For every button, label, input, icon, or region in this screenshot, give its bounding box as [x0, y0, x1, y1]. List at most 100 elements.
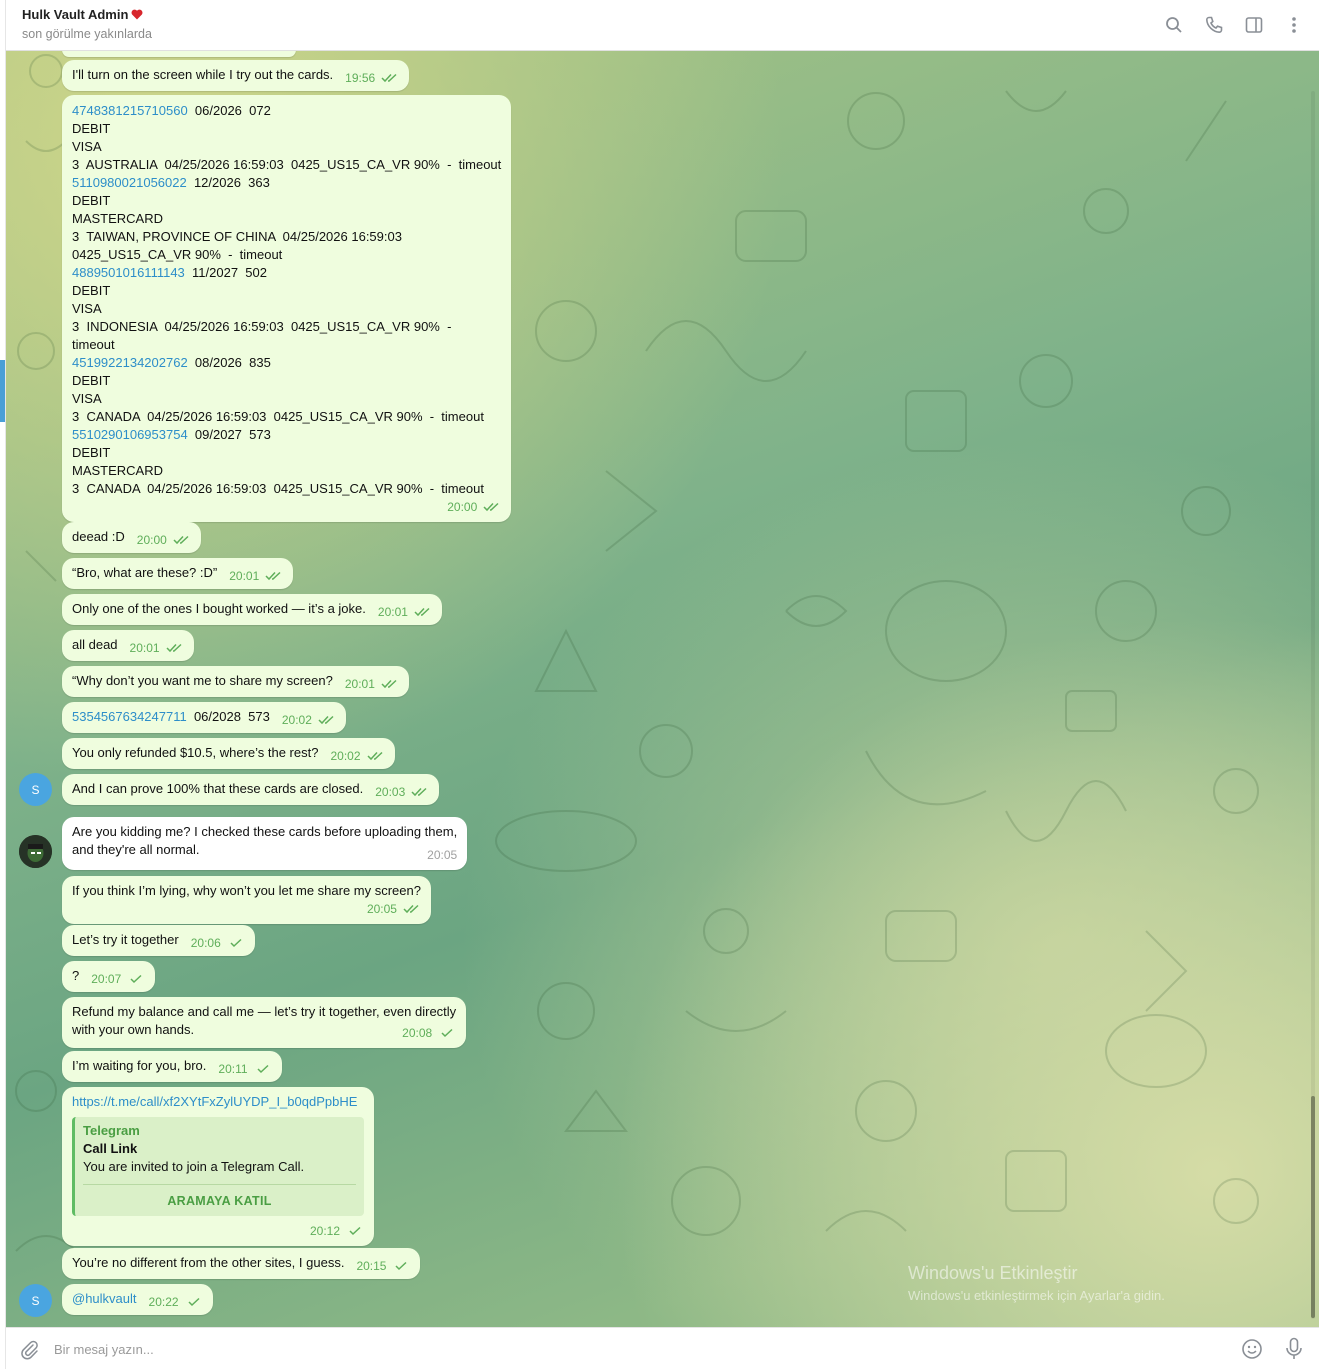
message-bubble-out[interactable]: “Why don’t you want me to share my scree… [62, 666, 409, 697]
chat-title-text: Hulk Vault Admin [22, 7, 129, 22]
card-line: 3 CANADA 04/25/2026 16:59:03 0425_US15_C… [72, 409, 484, 424]
message-text: with your own hands. [72, 1022, 195, 1037]
message-bubble-out[interactable]: Only one of the ones I bought worked — i… [62, 594, 442, 625]
card-line: MASTERCARD [72, 463, 164, 478]
message-bubble-out[interactable]: You only refunded $10.5, where’s the res… [62, 738, 395, 769]
message-time: 20:01 [377, 605, 408, 619]
message-bubble-out[interactable]: Let’s try it together 20:06 [62, 925, 255, 956]
single-check-icon [395, 1261, 407, 1271]
card-number-link[interactable]: 4519922134202762 [72, 355, 188, 370]
emoji-icon[interactable] [1241, 1338, 1263, 1363]
double-check-icon [483, 502, 499, 512]
single-check-icon [130, 974, 142, 984]
card-line: DEBIT [72, 283, 111, 298]
message-time: 20:01 [229, 569, 260, 583]
message-input[interactable] [54, 1338, 1214, 1360]
message-time: 20:02 [281, 713, 312, 727]
scrollbar-thumb[interactable] [1311, 1096, 1315, 1318]
card-details: 11/2027 502 [184, 265, 267, 280]
join-call-button[interactable]: ARAMAYA KATIL [83, 1184, 356, 1210]
card-list: 4748381215710560 06/2026 072 DEBIT VISA 3 A… [72, 102, 501, 498]
avatar-hulk[interactable] [19, 835, 52, 868]
message-bubble-out[interactable]: ? 20:07 [62, 961, 156, 992]
message-bubble-out[interactable]: deead :D 20:00 [62, 522, 201, 553]
message-time: 20:03 [375, 785, 406, 799]
message-time: 20:02 [330, 749, 361, 763]
card-line: 3 TAIWAN, PROVINCE OF CHINA 04/25/2026 1… [72, 229, 402, 244]
message-text: And I can prove 100% that these cards ar… [72, 781, 364, 796]
message-time: 20:05 [366, 902, 397, 916]
message-bubble-out[interactable]: I'll turn on the screen while I try out … [62, 60, 410, 91]
message-text: I’m waiting for you, bro. [72, 1058, 207, 1073]
card-number-link[interactable]: 5510290106953754 [72, 427, 188, 442]
heart-icon [131, 9, 143, 20]
message-bubble-call-link[interactable]: https://t.me/call/xf2XYtFxZylUYDP_I_b0qd… [62, 1087, 374, 1246]
message-time: 20:15 [356, 1259, 387, 1273]
message-bubble-out[interactable]: @hulkvault 20:22 [62, 1284, 213, 1315]
microphone-icon[interactable] [1285, 1337, 1303, 1364]
preview-site-name: Telegram [83, 1123, 140, 1138]
message-bubble-cards[interactable]: 4748381215710560 06/2026 072 DEBIT VISA 3 A… [62, 95, 512, 522]
message-time: 20:12 [309, 1224, 340, 1238]
message-bubble-out[interactable]: “Bro, what are these? :D” 20:01 [62, 558, 294, 589]
chat-title[interactable]: Hulk Vault Admin [22, 7, 143, 22]
single-check-icon [188, 1297, 200, 1307]
single-check-icon [441, 1028, 453, 1038]
message-bubble-in[interactable]: Are you kidding me? I checked these card… [62, 817, 468, 870]
more-vertical-icon[interactable] [1283, 14, 1305, 36]
message-bubble-out[interactable]: I’m waiting for you, bro. 20:11 [62, 1051, 282, 1082]
card-line: MASTERCARD [72, 211, 164, 226]
double-check-icon [166, 643, 182, 653]
preview-title: Call Link [83, 1141, 138, 1156]
call-link[interactable]: https://t.me/call/xf2XYtFxZylUYDP_I_b0qd… [72, 1093, 364, 1111]
sidebar-toggle-icon[interactable] [1243, 14, 1265, 36]
card-details: 08/2026 835 [187, 355, 271, 370]
message-bubble-out[interactable]: And I can prove 100% that these cards ar… [62, 774, 440, 805]
paperclip-icon[interactable] [20, 1340, 40, 1363]
avatar[interactable]: S [19, 773, 52, 806]
card-details: 12/2026 363 [186, 175, 270, 190]
message-bubble-out[interactable]: You’re no different from the other sites… [62, 1248, 421, 1279]
card-number-link[interactable]: 4748381215710560 [72, 103, 188, 118]
double-check-icon [381, 73, 397, 83]
phone-icon[interactable] [1203, 14, 1225, 36]
double-check-icon [318, 715, 334, 725]
message-text: 06/2028 573 [186, 709, 270, 724]
card-line: 5510290106953754 09/2027 573 [72, 426, 501, 444]
message-text: all dead [72, 637, 118, 652]
message-bubble-out[interactable]: 5354567634247711 06/2028 573 20:02 [62, 702, 346, 733]
message-text: Are you kidding me? I checked these card… [72, 824, 458, 839]
message-text: “Bro, what are these? :D” [72, 565, 218, 580]
card-line: DEBIT [72, 121, 111, 136]
message-time: 20:22 [148, 1295, 179, 1309]
double-check-icon [173, 535, 189, 545]
message-bubble-out[interactable]: all dead 20:01 [62, 630, 194, 661]
avatar[interactable]: S [19, 1284, 52, 1317]
card-line: VISA [72, 301, 102, 316]
card-number-link[interactable]: 4889501016111143 [72, 265, 185, 280]
mention-link[interactable]: @hulkvault [72, 1291, 137, 1306]
chat-header: Hulk Vault Admin son görülme yakınlarda [6, 0, 1319, 51]
card-number-link[interactable]: 5110980021056022 [72, 175, 187, 190]
card-line: DEBIT [72, 445, 111, 460]
preview-description: You are invited to join a Telegram Call. [83, 1159, 305, 1174]
card-line: timeout [72, 337, 115, 352]
card-number-link[interactable]: 5354567634247711 [72, 709, 187, 724]
message-bubble-out[interactable]: If you think I’m lying, why won’t you le… [62, 876, 431, 924]
message-text: and they're all normal. [72, 842, 200, 857]
card-line: VISA [72, 139, 102, 154]
message-time: 20:06 [190, 936, 221, 950]
message-bubble-out[interactable]: Refund my balance and call me — let’s tr… [62, 997, 467, 1048]
card-line: 4519922134202762 08/2026 835 [72, 354, 501, 372]
card-line: 0425_US15_CA_VR 90% - timeout [72, 247, 283, 262]
message-time: 20:00 [447, 500, 478, 514]
double-check-icon [414, 607, 430, 617]
card-line: 4748381215710560 06/2026 072 [72, 102, 501, 120]
card-details: 09/2027 573 [187, 427, 271, 442]
message-time: 20:11 [218, 1062, 248, 1076]
card-line: 5110980021056022 12/2026 363 [72, 174, 501, 192]
link-preview[interactable]: Telegram Call Link You are invited to jo… [72, 1117, 364, 1216]
search-icon[interactable] [1163, 14, 1185, 36]
message-bubble-partial [62, 51, 296, 57]
chat-area[interactable]: I'll turn on the screen while I try out … [6, 51, 1319, 1327]
